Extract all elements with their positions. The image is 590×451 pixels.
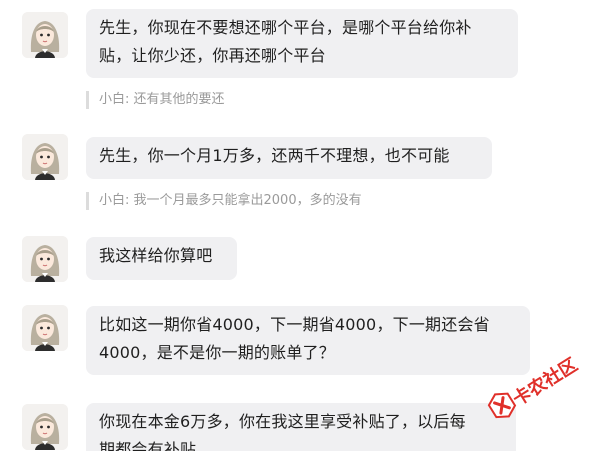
message-bubble[interactable]: 先生，你现在不要想还哪个平台，是哪个平台给你补 贴，让你少还，你再还哪个平台 (86, 9, 518, 78)
message-line: 期都会有补贴 (99, 440, 197, 451)
quoted-reply[interactable]: 小白: 还有其他的要还 (86, 91, 225, 109)
girl-avatar-icon[interactable] (22, 236, 68, 282)
quoted-reply[interactable]: 小白: 我一个月最多只能拿出2000，多的没有 (86, 192, 362, 210)
message-line: 比如这一期你省4000，下一期省4000，下一期还会省 (99, 315, 490, 334)
message-line: 4000，是不是你一期的账单了？ (99, 343, 335, 362)
message-line: 贴，让你少还，你再还哪个平台 (99, 46, 326, 65)
message-line: 我这样给你算吧 (99, 246, 213, 265)
girl-avatar-icon[interactable] (22, 134, 68, 180)
girl-avatar-icon[interactable] (22, 12, 68, 58)
chat-history: 先生，你现在不要想还哪个平台，是哪个平台给你补 贴，让你少还，你再还哪个平台 小… (0, 0, 590, 451)
message-line: 先生，你一个月1万多，还两千不理想，也不可能 (99, 146, 450, 165)
message-bubble[interactable]: 我这样给你算吧 (86, 237, 237, 280)
message-bubble[interactable]: 你现在本金6万多，你在我这里享受补贴了，以后每 期都会有补贴 (86, 403, 516, 451)
message-line: 你现在本金6万多，你在我这里享受补贴了，以后每 (99, 412, 466, 431)
message-bubble[interactable]: 比如这一期你省4000，下一期省4000，下一期还会省 4000，是不是你一期的… (86, 306, 530, 375)
message-line: 先生，你现在不要想还哪个平台，是哪个平台给你补 (99, 18, 472, 37)
message-bubble[interactable]: 先生，你一个月1万多，还两千不理想，也不可能 (86, 137, 492, 179)
girl-avatar-icon[interactable] (22, 404, 68, 450)
girl-avatar-icon[interactable] (22, 305, 68, 351)
